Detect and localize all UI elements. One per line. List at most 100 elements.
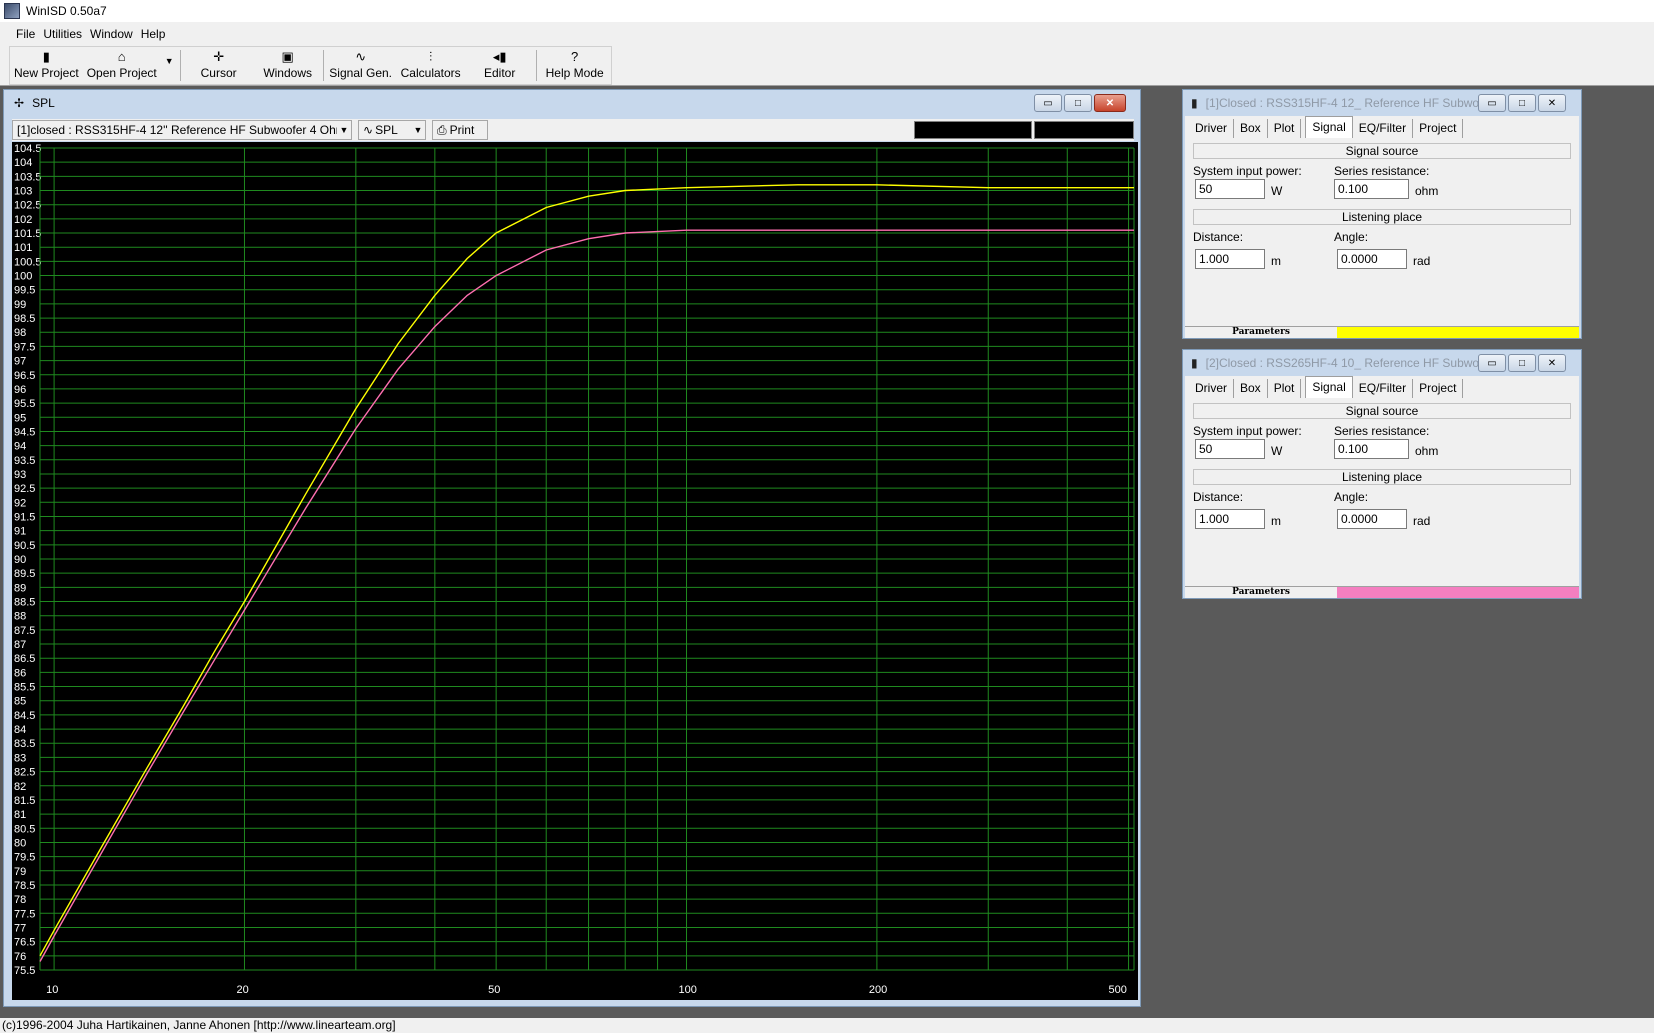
minimize-button[interactable]: ▭ [1478,354,1506,372]
windows-button[interactable]: ▣ Windows [255,47,321,84]
x-tick-label: 10 [46,984,58,996]
cursor-button[interactable]: ✛ Cursor [183,47,255,84]
sliders-icon: ⫶ [429,49,433,64]
sine-wave-icon: ∿ [363,123,374,137]
tab-signal[interactable]: Signal [1305,376,1353,398]
close-button[interactable]: ✕ [1094,94,1126,112]
minimize-button[interactable]: ▭ [1478,94,1506,112]
power-unit: W [1271,184,1283,198]
y-tick-label: 76 [14,951,26,963]
y-tick-label: 104 [14,157,32,169]
project-select[interactable]: [1]closed : RSS315HF-4 12'' Reference HF… [12,120,352,140]
y-tick-label: 97.5 [14,341,35,353]
panel-icon: ▮ [1191,356,1198,370]
power-input[interactable]: 50 [1195,179,1265,199]
app-logo-icon [4,3,20,19]
toolbar-separator [322,50,324,81]
tab-signal[interactable]: Signal [1305,116,1353,138]
y-tick-label: 102.5 [14,200,42,212]
editor-button[interactable]: ◂▮ Editor [466,47,534,84]
maximize-button[interactable]: □ [1064,94,1092,112]
menu-file[interactable]: File [12,27,39,41]
series-color-swatch [1337,327,1579,338]
distance-input[interactable]: 1.000 [1195,509,1265,529]
minimize-button[interactable]: ▭ [1034,94,1062,112]
open-project-button[interactable]: ⌂ Open Project ▼ [83,47,178,84]
tab-plot[interactable]: Plot [1268,119,1302,138]
project-panel-2: ▮ [2]Closed : RSS265HF-4 10_ Reference H… [1182,349,1582,599]
y-tick-label: 103.5 [14,171,42,183]
tab-box[interactable]: Box [1234,119,1268,138]
tab-eq-filter[interactable]: EQ/Filter [1353,379,1414,398]
tab-driver[interactable]: Driver [1189,379,1234,398]
resistance-label: Series resistance: [1334,164,1430,178]
y-tick-label: 80.5 [14,823,35,835]
distance-input[interactable]: 1.000 [1195,249,1265,269]
signal-source-header: Signal source [1193,143,1571,159]
menu-utilities[interactable]: Utilities [39,27,86,41]
app-title-bar: WinISD 0.50a7 [0,0,1654,22]
tab-eq-filter[interactable]: EQ/Filter [1353,119,1414,138]
panel-window-controls: ▭ □ ✕ [1478,94,1566,112]
power-input[interactable]: 50 [1195,439,1265,459]
tab-driver[interactable]: Driver [1189,119,1234,138]
spl-window-title-bar[interactable]: ✢ SPL [4,90,1140,116]
y-tick-label: 94.5 [14,426,35,438]
new-project-button[interactable]: ▮ New Project [10,47,83,84]
y-tick-label: 85.5 [14,682,35,694]
y-tick-label: 96.5 [14,370,35,382]
calculators-button[interactable]: ⫶ Calculators [396,47,466,84]
menu-help[interactable]: Help [137,27,170,41]
y-tick-label: 82.5 [14,767,35,779]
signal-gen-button[interactable]: ∿ Signal Gen. [326,47,396,84]
resistance-input[interactable]: 0.100 [1334,179,1409,199]
y-tick-label: 100.5 [14,256,42,268]
maximize-button[interactable]: □ [1508,354,1536,372]
y-tick-label: 99 [14,299,26,311]
angle-label: Angle: [1334,230,1369,244]
toolbar-area: ▮ New Project ⌂ Open Project ▼ ✛ Cursor … [0,46,1654,86]
parameters-label: Parameters [1232,587,1290,597]
tab-project[interactable]: Project [1413,119,1464,138]
tab-plot[interactable]: Plot [1268,379,1302,398]
help-mode-button[interactable]: ? Help Mode [539,47,611,84]
y-tick-label: 93 [14,469,26,481]
y-tick-label: 84 [14,724,26,736]
x-tick-label: 100 [679,984,697,996]
y-tick-label: 88.5 [14,597,35,609]
x-tick-label: 50 [488,984,500,996]
maximize-button[interactable]: □ [1508,94,1536,112]
resistance-input[interactable]: 0.100 [1334,439,1409,459]
y-tick-label: 78.5 [14,880,35,892]
y-tick-label: 97 [14,356,26,368]
power-label: System input power: [1193,424,1302,438]
open-project-label: Open Project [86,66,157,80]
help-mode-label: Help Mode [545,66,604,80]
tab-project[interactable]: Project [1413,379,1464,398]
panel-icon: ▮ [1191,96,1198,110]
menu-window[interactable]: Window [86,27,137,41]
cursor-readout-2 [1034,121,1134,139]
y-tick-label: 99.5 [14,285,35,297]
y-tick-label: 95 [14,412,26,424]
graph-type-select[interactable]: ∿ SPL ▼ [358,120,426,140]
y-tick-label: 88 [14,611,26,623]
spl-window-title: SPL [32,96,55,110]
y-tick-label: 77.5 [14,908,35,920]
close-button[interactable]: ✕ [1538,354,1566,372]
panel-body: Driver Box Plot Signal EQ/Filter Project… [1185,116,1579,326]
x-tick-label: 500 [1109,984,1127,996]
angle-input[interactable]: 0.0000 [1337,509,1407,529]
print-button[interactable]: ⎙ Print [432,120,488,140]
signal-gen-label: Signal Gen. [329,66,393,80]
cursor-label: Cursor [200,66,237,80]
chevron-down-icon: ▼ [339,125,349,135]
y-tick-label: 94 [14,441,26,453]
open-project-dropdown-icon[interactable]: ▼ [165,56,174,66]
close-button[interactable]: ✕ [1538,94,1566,112]
angle-input[interactable]: 0.0000 [1337,249,1407,269]
panel-body: Driver Box Plot Signal EQ/Filter Project… [1185,376,1579,586]
spl-plot[interactable]: 75.5 76 76.5 77 77.5 78 78.5 79 79.5 80 80.5 81 81.5… [12,142,1138,1000]
tab-box[interactable]: Box [1234,379,1268,398]
editor-label: Editor [483,66,516,80]
